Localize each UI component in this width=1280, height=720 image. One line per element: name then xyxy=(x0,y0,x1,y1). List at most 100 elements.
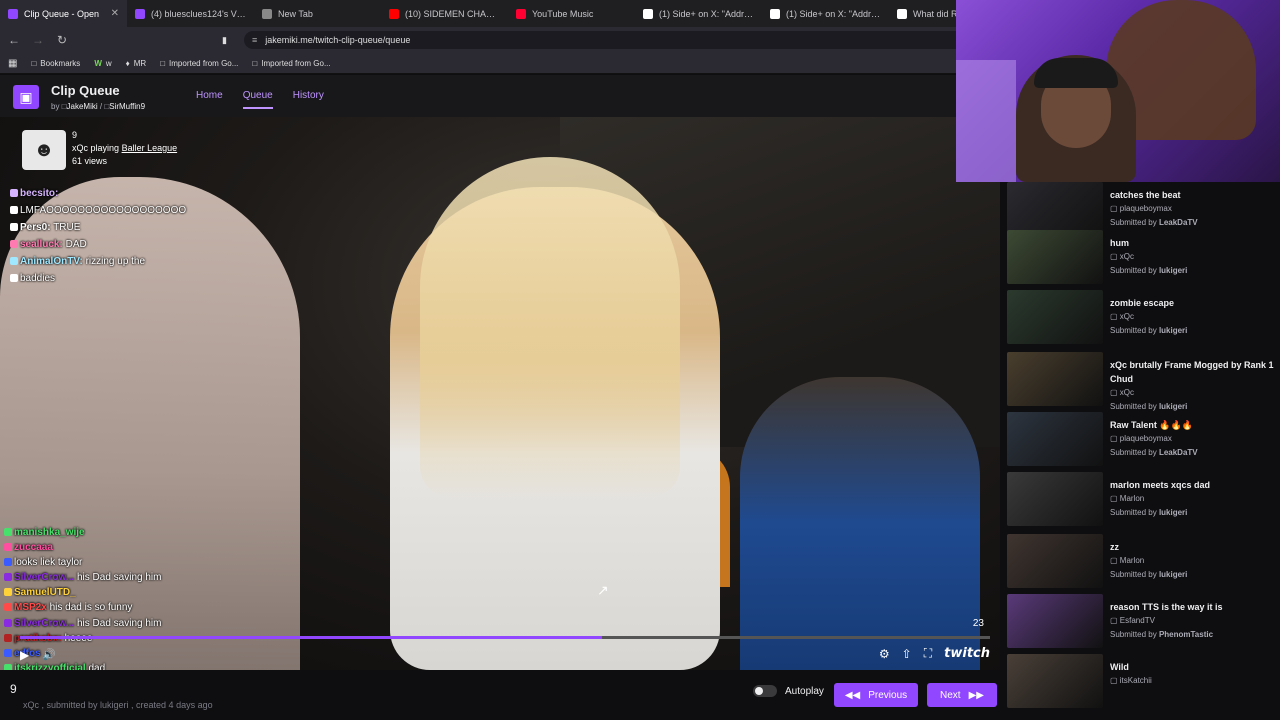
apps-grid-icon[interactable]: ▦ xyxy=(8,58,17,69)
chat-message: MSP2x his dad is so funny xyxy=(4,600,264,615)
right-controls: ⚙ ⇧ ⛶ twitch xyxy=(879,646,990,661)
nav-home[interactable]: Home xyxy=(196,90,223,109)
share-icon[interactable]: ⇧ xyxy=(902,647,912,661)
queue-item-thumbnail[interactable] xyxy=(1007,352,1103,406)
queue-item-info: marlon meets xqcs dad ▢ Marlon Submitted b… xyxy=(1110,478,1275,520)
site-info-icon[interactable]: ≡ xyxy=(252,35,257,45)
browser-tab[interactable]: (10) SIDEMEN CHARITY M xyxy=(381,0,508,27)
chat-bubble-icon: ▢ xyxy=(1110,204,1120,213)
previous-button[interactable]: ◀◀ Previous xyxy=(834,683,918,707)
bookmark-item[interactable]: Ww xyxy=(94,59,111,68)
tv-icon[interactable]: ▣ xyxy=(13,85,39,109)
tab-favicon-icon xyxy=(389,8,399,19)
submitted-by-label: Submitted by xyxy=(1110,570,1157,579)
playing-label: playing xyxy=(90,143,120,153)
chat-text: his dad is so funny xyxy=(49,602,133,614)
chat-bubble-icon: ▢ xyxy=(1110,388,1120,397)
chat-bubble-icon: ▢ xyxy=(1110,494,1120,503)
chat-message: SilverCrow... his Dad saving him xyxy=(4,570,264,585)
browser-tab[interactable]: (1) Side+ on X: "Addressin xyxy=(635,0,762,27)
submitted-by-label: Submitted by xyxy=(1110,630,1157,639)
submitter-name: lukigeri xyxy=(1158,266,1188,275)
url-field[interactable]: ▮ ≡ jakemiki.me/twitch-clip-queue/queue xyxy=(222,31,964,49)
browser-tab[interactable]: Clip Queue - Open ✕ xyxy=(0,0,127,27)
streamer-name[interactable]: xQc xyxy=(72,143,88,153)
browser-tab[interactable]: (1) Side+ on X: "Addressin xyxy=(762,0,889,27)
forward-icon[interactable]: → xyxy=(28,33,48,47)
queue-item[interactable]: zombie escape ▢ xQc Submitted by lukigeri xyxy=(1007,290,1277,348)
channel-name: Marlon xyxy=(1119,556,1145,565)
play-icon[interactable]: ▶ xyxy=(20,648,29,662)
queue-item-thumbnail[interactable] xyxy=(1007,182,1103,236)
author-link[interactable]: SirMuffin9 xyxy=(109,102,145,111)
submitter-name: LeakDaTV xyxy=(1158,218,1198,227)
queue-item[interactable]: marlon meets xqcs dad ▢ Marlon Submitted b… xyxy=(1007,472,1277,530)
channel-name: xQc xyxy=(1119,312,1135,321)
chat-badge-icon xyxy=(10,274,18,282)
queue-item[interactable]: Raw Talent 🔥🔥🔥 ▢ plaqueboymax Submitted by… xyxy=(1007,412,1277,470)
queue-item-thumbnail[interactable] xyxy=(1007,412,1103,466)
queue-item[interactable]: hum ▢ xQc Submitted by lukigeri xyxy=(1007,230,1277,288)
url-text: jakemiki.me/twitch-clip-queue/queue xyxy=(265,35,411,45)
tab-favicon-icon xyxy=(8,8,18,19)
twitch-logo[interactable]: twitch xyxy=(944,646,990,661)
queue-item-thumbnail[interactable] xyxy=(1007,472,1103,526)
bookmark-item[interactable]: ♦ MR xyxy=(126,59,147,68)
close-tab-icon[interactable]: ✕ xyxy=(111,8,119,19)
queue-item-thumbnail[interactable] xyxy=(1007,654,1103,708)
tab-title: (10) SIDEMEN CHARITY M xyxy=(405,8,500,19)
queue-item[interactable]: xQc brutally Frame Mogged by Rank 1 Chud… xyxy=(1007,352,1277,411)
fast-forward-icon: ▶▶ xyxy=(968,689,984,701)
chat-username: SilverCrow... xyxy=(14,572,75,584)
fullscreen-icon[interactable]: ⛶ xyxy=(924,646,932,661)
queue-item[interactable]: zz ▢ Marlon Submitted by lukigeri xyxy=(1007,534,1277,592)
queue-item-thumbnail[interactable] xyxy=(1007,534,1103,588)
queue-item-submitter: Submitted by lukigeri xyxy=(1110,324,1275,338)
tab-favicon-icon xyxy=(516,8,526,19)
clip-playing-line: xQc playing Baller League xyxy=(72,143,177,153)
tab-title: (4) bluesclues124's Videos xyxy=(151,8,246,19)
back-icon[interactable]: ← xyxy=(4,33,24,47)
queue-item-thumbnail[interactable] xyxy=(1007,290,1103,344)
submitted-by-label: Submitted by xyxy=(1110,218,1157,227)
browser-tab[interactable]: YouTube Music xyxy=(508,0,635,27)
bookmark-item[interactable]: □ Imported from Go... xyxy=(160,59,238,68)
progress-bar[interactable] xyxy=(20,636,990,639)
browser-tab[interactable]: (4) bluesclues124's Videos xyxy=(127,0,254,27)
chat-username: manishka_wije xyxy=(14,527,85,538)
autoplay-toggle[interactable] xyxy=(753,685,777,697)
queue-item-thumbnail[interactable] xyxy=(1007,594,1103,648)
video-person-hair xyxy=(420,157,680,497)
bookmark-item[interactable]: □ Imported from Go... xyxy=(252,59,330,68)
folder-icon: □ xyxy=(252,58,258,68)
bookmark-item[interactable]: □ Bookmarks xyxy=(31,59,80,68)
chat-username: Pers0: xyxy=(20,222,51,233)
channel-name: plaqueboymax xyxy=(1119,434,1172,443)
chat-text: rizzing up the xyxy=(85,256,146,267)
mouse-cursor-icon: ↗ xyxy=(597,582,609,598)
settings-gear-icon[interactable]: ⚙ xyxy=(879,647,890,661)
chat-username: zuccaaa xyxy=(14,542,53,554)
queue-item-channel: ▢ xQc xyxy=(1110,250,1275,264)
queue-item[interactable]: Wild ▢ itsKatchii xyxy=(1007,654,1277,712)
queue-item-info: hum ▢ xQc Submitted by lukigeri xyxy=(1110,236,1275,278)
queue-item-thumbnail[interactable] xyxy=(1007,230,1103,284)
nav-queue[interactable]: Queue xyxy=(242,90,273,109)
browser-tab[interactable]: New Tab xyxy=(254,0,381,27)
author-link[interactable]: JakeMiki xyxy=(67,102,98,111)
webcam-headset xyxy=(1034,58,1118,88)
submitted-by-label: Submitted by xyxy=(1110,508,1157,517)
chat-username: SamuelUTD_ xyxy=(14,587,76,599)
nav-history[interactable]: History xyxy=(293,90,324,109)
chat-message: SamuelUTD_ xyxy=(4,585,264,600)
queue-item-title: zz xyxy=(1110,542,1119,552)
autoplay-control[interactable]: Autoplay xyxy=(753,685,824,697)
next-button[interactable]: Next ▶▶ xyxy=(927,683,997,707)
chat-badge-icon xyxy=(4,558,12,567)
volume-icon[interactable]: 🔊 xyxy=(42,648,56,661)
game-link[interactable]: Baller League xyxy=(122,143,178,153)
bookmark-label: Bookmarks xyxy=(40,58,81,68)
reload-icon[interactable]: ↻ xyxy=(52,33,72,47)
queue-item[interactable]: reason TTS is the way it is ▢ EsfandTV Sub… xyxy=(1007,594,1277,652)
bookmark-icon[interactable]: ▮ xyxy=(222,35,227,46)
